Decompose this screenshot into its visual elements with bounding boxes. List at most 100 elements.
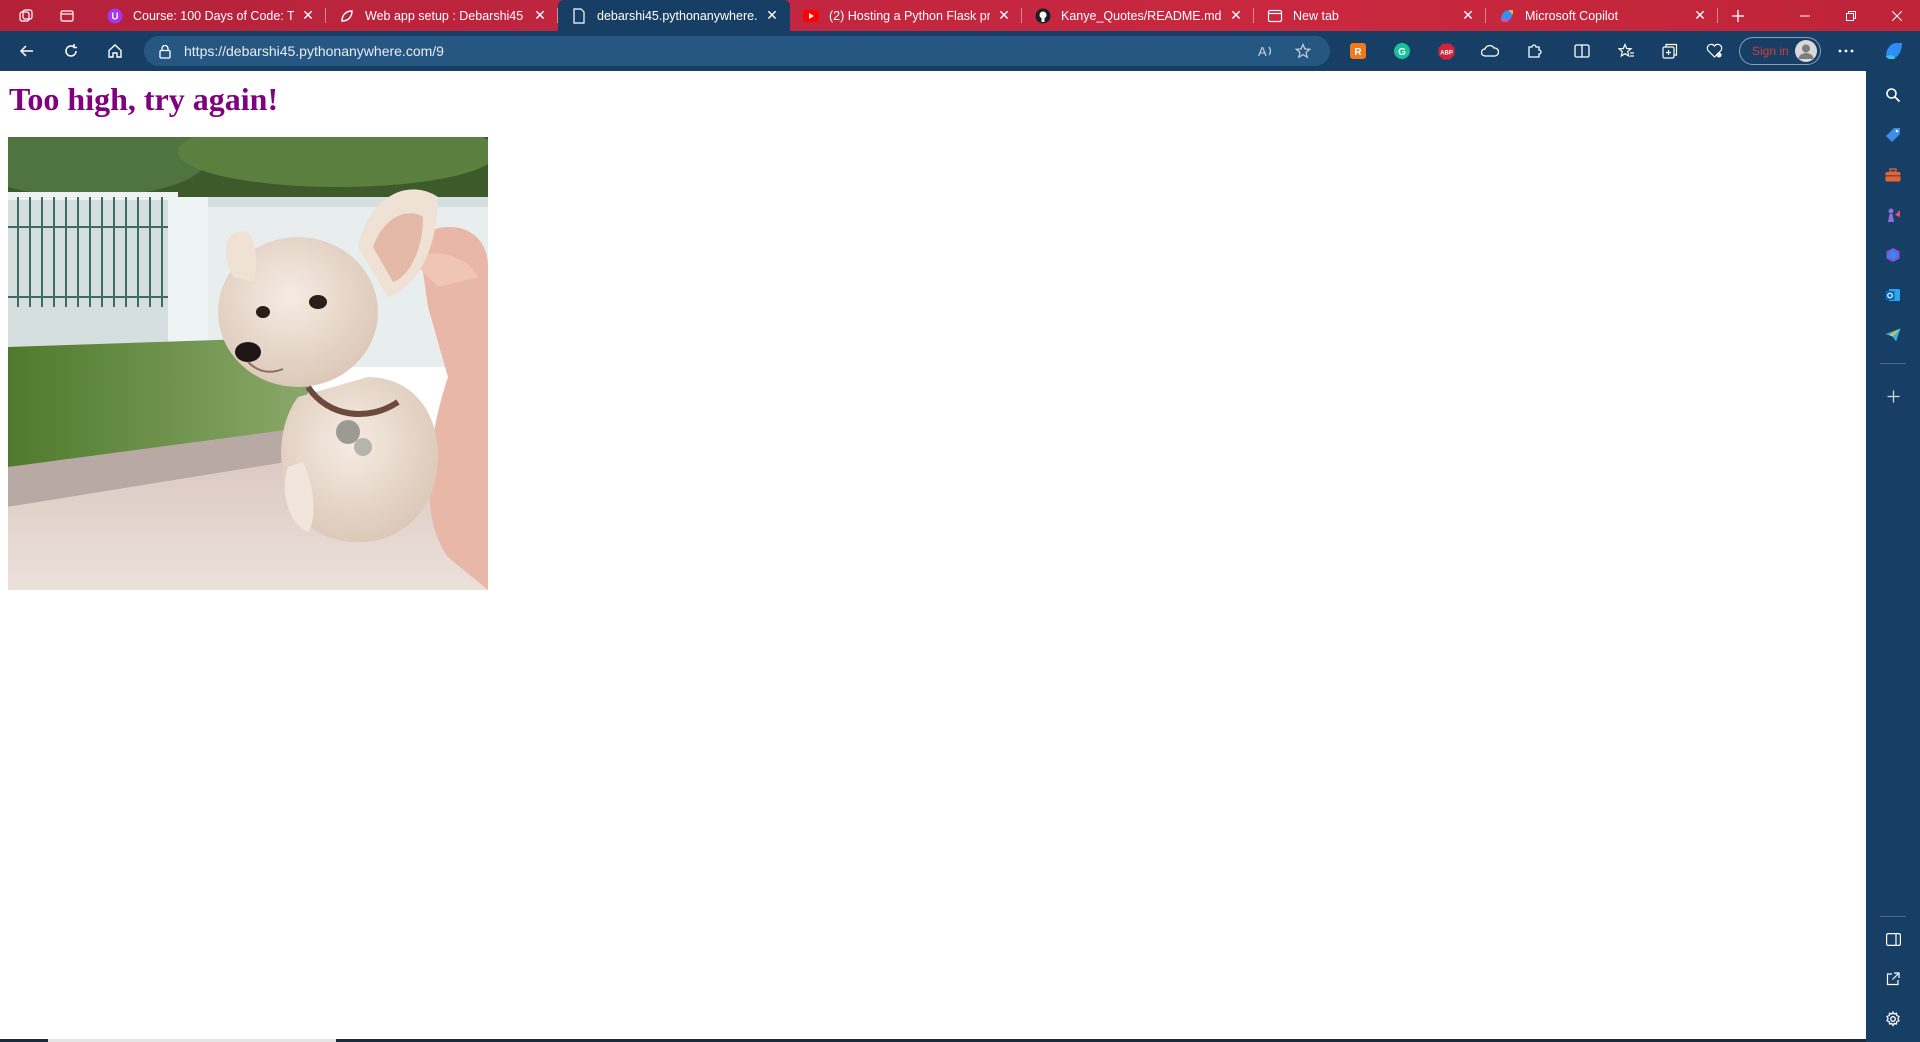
- gear-icon: [1886, 1011, 1900, 1027]
- extension-button[interactable]: R: [1347, 40, 1369, 62]
- copilot-icon: [1886, 43, 1902, 59]
- sign-in-button[interactable]: Sign in: [1739, 37, 1821, 65]
- tab-youtube-flask[interactable]: (2) Hosting a Python Flask proje ✕: [790, 0, 1022, 31]
- home-icon: [108, 44, 122, 58]
- external-link-icon: [1886, 972, 1900, 986]
- tab-web-app-setup[interactable]: Web app setup : Debarshi45 : P ✕: [326, 0, 558, 31]
- tab-title: Microsoft Copilot: [1525, 8, 1619, 23]
- new-tab-button[interactable]: [1718, 0, 1758, 31]
- minimize-button[interactable]: [1782, 0, 1828, 31]
- sidebar-settings-button[interactable]: [1866, 1007, 1920, 1031]
- minimize-icon: [1800, 15, 1810, 16]
- chess-piece-icon: [1888, 208, 1900, 222]
- newtab-icon: [1267, 8, 1283, 24]
- lock-icon: [159, 44, 171, 59]
- plus-icon: [1732, 9, 1744, 22]
- web-page: Too high, try again!: [0, 71, 1866, 1042]
- svg-text:U: U: [111, 11, 118, 22]
- close-tab-icon[interactable]: ✕: [1228, 7, 1244, 24]
- close-icon: [1892, 10, 1902, 21]
- sidebar-divider: [1880, 916, 1906, 917]
- sidebar-search-button[interactable]: [1866, 83, 1920, 107]
- udemy-icon: U: [107, 8, 123, 24]
- restore-icon: [1846, 10, 1856, 21]
- favorites-icon: [1617, 43, 1634, 58]
- tab-title: Web app setup : Debarshi45 : P: [365, 8, 526, 23]
- close-tab-icon[interactable]: ✕: [1692, 7, 1708, 24]
- more-dots-icon: [1838, 49, 1854, 53]
- tab-debarshi45-active[interactable]: debarshi45.pythonanywhere.co ✕: [558, 0, 790, 31]
- sidebar-drop-button[interactable]: [1866, 323, 1920, 347]
- settings-and-more-button[interactable]: [1835, 40, 1857, 62]
- split-screen-icon: [1574, 44, 1590, 58]
- collections-button[interactable]: [1659, 40, 1681, 62]
- svg-text:R: R: [1354, 47, 1362, 58]
- home-button[interactable]: [93, 31, 137, 71]
- sidebar-external-button[interactable]: [1866, 967, 1920, 991]
- read-aloud-icon: A: [1258, 44, 1272, 59]
- grammarly-button[interactable]: G: [1391, 40, 1413, 62]
- refresh-button[interactable]: [49, 31, 93, 71]
- tab-title: New tab: [1293, 8, 1339, 23]
- grammarly-icon: G: [1394, 43, 1410, 59]
- avatar: [1795, 40, 1817, 62]
- tab-strip: U Course: 100 Days of Code: The ✕ Web ap…: [0, 0, 1920, 31]
- tab-new-tab[interactable]: New tab ✕: [1254, 0, 1486, 31]
- close-tab-icon[interactable]: ✕: [1460, 7, 1476, 24]
- sidebar-tools-button[interactable]: [1866, 163, 1920, 187]
- close-tab-icon[interactable]: ✕: [300, 7, 316, 24]
- tab-title: Course: 100 Days of Code: The: [133, 8, 294, 23]
- workspaces-button[interactable]: [0, 0, 52, 31]
- cloud-extension-button[interactable]: [1479, 40, 1501, 62]
- sidebar-hide-button[interactable]: [1866, 927, 1920, 951]
- browser-essentials-button[interactable]: [1703, 40, 1725, 62]
- shopping-tag-icon: [1886, 128, 1900, 142]
- close-tab-icon[interactable]: ✕: [532, 7, 548, 24]
- toolbar: https://debarshi45.pythonanywhere.com/9 …: [0, 31, 1920, 71]
- read-aloud-button[interactable]: A: [1257, 43, 1275, 64]
- copilot-icon: [1499, 8, 1515, 24]
- sidebar-add-button[interactable]: [1866, 384, 1920, 408]
- paper-plane-icon: [1885, 328, 1901, 342]
- favorites-button[interactable]: [1615, 40, 1637, 62]
- url-text[interactable]: https://debarshi45.pythonanywhere.com/9: [184, 43, 444, 59]
- back-button[interactable]: [5, 31, 49, 71]
- tab-actions-icon: [60, 9, 74, 22]
- sidebar-divider: [1880, 363, 1906, 364]
- adblock-plus-button[interactable]: ABP: [1435, 40, 1457, 62]
- svg-text:G: G: [1398, 47, 1406, 58]
- tab-microsoft-copilot[interactable]: Microsoft Copilot ✕: [1486, 0, 1718, 31]
- sidebar-shopping-button[interactable]: [1866, 123, 1920, 147]
- youtube-icon: [803, 8, 819, 24]
- extensions-button[interactable]: [1523, 40, 1545, 62]
- close-window-button[interactable]: [1874, 0, 1920, 31]
- tab-udemy-course[interactable]: U Course: 100 Days of Code: The ✕: [94, 0, 326, 31]
- github-icon: [1035, 8, 1051, 24]
- split-screen-button[interactable]: [1571, 40, 1593, 62]
- search-icon: [1886, 88, 1901, 103]
- cloud-icon: [1481, 44, 1499, 57]
- tab-actions-button[interactable]: [52, 0, 82, 31]
- refresh-icon: [65, 44, 77, 57]
- tab-title: debarshi45.pythonanywhere.co: [597, 8, 758, 23]
- plus-icon: [1887, 390, 1899, 402]
- sidebar-office-button[interactable]: [1866, 243, 1920, 267]
- favorite-star-button[interactable]: [1294, 42, 1312, 64]
- sign-in-label: Sign in: [1752, 44, 1789, 58]
- tab-github-readme[interactable]: Kanye_Quotes/README.md at ✕: [1022, 0, 1254, 31]
- tab-title: Kanye_Quotes/README.md at: [1061, 8, 1222, 23]
- collections-icon: [1662, 43, 1678, 59]
- puzzle-icon: [1528, 44, 1542, 58]
- sidebar-games-button[interactable]: [1866, 203, 1920, 227]
- restore-button[interactable]: [1828, 0, 1874, 31]
- copilot-button[interactable]: [1882, 39, 1906, 63]
- person-icon: [1798, 44, 1814, 59]
- heart-pulse-icon: [1706, 43, 1722, 58]
- outlook-icon: [1885, 289, 1900, 301]
- close-tab-icon[interactable]: ✕: [996, 7, 1012, 24]
- sidebar-outlook-button[interactable]: [1866, 283, 1920, 307]
- close-tab-icon[interactable]: ✕: [764, 7, 780, 24]
- page-heading: Too high, try again!: [9, 81, 279, 117]
- address-bar[interactable]: https://debarshi45.pythonanywhere.com/9 …: [144, 36, 1330, 66]
- adblock-plus-icon: ABP: [1438, 43, 1454, 59]
